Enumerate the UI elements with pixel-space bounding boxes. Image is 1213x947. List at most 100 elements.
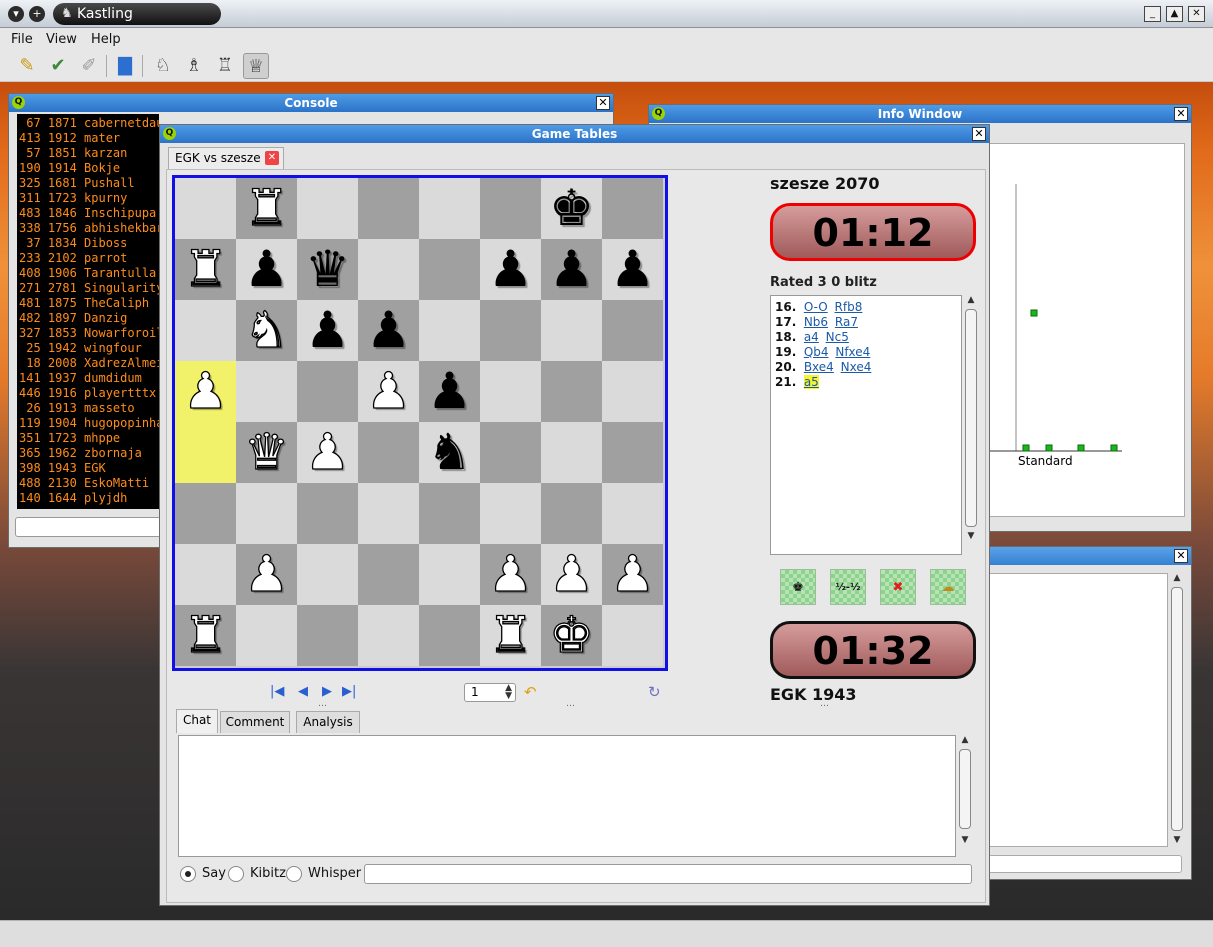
tab-close-icon[interactable]: ✕ bbox=[265, 151, 279, 165]
move-link[interactable]: Nb6 bbox=[804, 315, 828, 329]
ply-spinbox[interactable]: 1 ▲ ▼ bbox=[464, 683, 516, 702]
scroll-down-icon[interactable]: ▼ bbox=[958, 835, 972, 845]
square-d3[interactable] bbox=[358, 483, 419, 544]
piece-black-c7[interactable]: ♛ bbox=[297, 239, 358, 300]
square-b3[interactable] bbox=[236, 483, 297, 544]
square-d7[interactable] bbox=[358, 239, 419, 300]
square-e2[interactable] bbox=[419, 544, 480, 605]
square-e6[interactable] bbox=[419, 300, 480, 361]
move-link[interactable]: Ra7 bbox=[835, 315, 858, 329]
scroll-track[interactable] bbox=[1171, 587, 1183, 831]
square-b5[interactable] bbox=[236, 361, 297, 422]
splitter-handle[interactable]: … bbox=[318, 699, 327, 709]
menu-help[interactable]: Help bbox=[91, 32, 121, 47]
abort-button[interactable]: ✖ bbox=[880, 569, 916, 605]
square-f5[interactable] bbox=[480, 361, 541, 422]
square-h1[interactable] bbox=[602, 605, 663, 666]
chat-input[interactable] bbox=[364, 864, 972, 884]
piece-white-b2[interactable]: ♟ bbox=[236, 544, 297, 605]
draw-button[interactable]: ½-½ bbox=[830, 569, 866, 605]
square-f3[interactable] bbox=[480, 483, 541, 544]
piece-white-a7[interactable]: ♜ bbox=[175, 239, 236, 300]
scroll-track[interactable] bbox=[965, 309, 977, 527]
sticky-plus-icon[interactable]: + bbox=[29, 6, 45, 22]
scroll-up-icon[interactable]: ▲ bbox=[958, 735, 972, 745]
unseek-icon[interactable]: ✐ bbox=[76, 53, 102, 79]
square-a8[interactable] bbox=[175, 178, 236, 239]
chess-board[interactable]: ♜ ♚ ♜ ♟ ♛ ♟ ♟ ♟ ♞ ♟ ♟ ♟ ♟ ♟ ♛ ♟ ♞ ♟ ♟ ♟ ♟ ♜ ♜ ♚ bbox=[172, 175, 668, 671]
move-link[interactable]: Nfxe4 bbox=[835, 345, 870, 359]
move-link[interactable]: O-O bbox=[804, 300, 828, 314]
first-move-icon[interactable]: |◀ bbox=[270, 683, 284, 701]
square-d4[interactable] bbox=[358, 422, 419, 483]
menu-file[interactable]: File bbox=[11, 32, 33, 47]
console-titlebar[interactable]: Q Console ✕ bbox=[9, 94, 613, 112]
flip-board-icon[interactable]: ↻ bbox=[648, 683, 661, 701]
square-a4[interactable] bbox=[175, 422, 236, 483]
connect-icon[interactable]: ✎ bbox=[14, 53, 40, 79]
piece-black-f7[interactable]: ♟ bbox=[480, 239, 541, 300]
secondary-close-button[interactable]: ✕ bbox=[1174, 549, 1188, 563]
minimize-button[interactable]: _ bbox=[1144, 6, 1161, 22]
square-g6[interactable] bbox=[541, 300, 602, 361]
console-command-input[interactable] bbox=[15, 517, 175, 537]
game-tables-titlebar[interactable]: Q Game Tables ✕ bbox=[160, 125, 989, 143]
kibitz-radio[interactable] bbox=[228, 866, 244, 882]
piece-black-e4[interactable]: ♞ bbox=[419, 422, 480, 483]
square-h4[interactable] bbox=[602, 422, 663, 483]
square-h3[interactable] bbox=[602, 483, 663, 544]
piece-white-g1[interactable]: ♚ bbox=[541, 605, 602, 666]
print-icon[interactable]: ▇ bbox=[112, 53, 138, 79]
move-link[interactable]: Bxe4 bbox=[804, 360, 834, 374]
piece-white-a5[interactable]: ♟ bbox=[175, 361, 236, 422]
piece-black-d6[interactable]: ♟ bbox=[358, 300, 419, 361]
move-link[interactable]: Rfb8 bbox=[835, 300, 863, 314]
piece-white-d5[interactable]: ♟ bbox=[358, 361, 419, 422]
seek-icon[interactable]: ✔ bbox=[45, 53, 71, 79]
move-link[interactable]: a4 bbox=[804, 330, 819, 344]
resign-button[interactable]: ♚ bbox=[780, 569, 816, 605]
game-tab[interactable]: EGK vs szesze ✕ bbox=[168, 147, 284, 169]
console-close-button[interactable]: ✕ bbox=[596, 96, 610, 110]
square-e8[interactable] bbox=[419, 178, 480, 239]
tab-chat[interactable]: Chat bbox=[176, 709, 218, 733]
move-list[interactable]: 16. O-O Rfb8 17. Nb6 Ra7 18. a4 Nc5 19. … bbox=[770, 295, 962, 555]
info-close-button[interactable]: ✕ bbox=[1174, 107, 1188, 121]
secondary-input[interactable] bbox=[988, 855, 1182, 873]
square-f4[interactable] bbox=[480, 422, 541, 483]
piece-white-c4[interactable]: ♟ bbox=[297, 422, 358, 483]
square-c5[interactable] bbox=[297, 361, 358, 422]
whisper-radio[interactable] bbox=[286, 866, 302, 882]
piece-white-g2[interactable]: ♟ bbox=[541, 544, 602, 605]
current-move-link[interactable]: a5 bbox=[803, 375, 819, 389]
square-a6[interactable] bbox=[175, 300, 236, 361]
last-move-icon[interactable]: ▶| bbox=[342, 683, 356, 701]
window-menu-icon[interactable]: ▾ bbox=[8, 6, 24, 22]
secondary-scrollbar[interactable]: ▲ ▼ bbox=[1170, 573, 1184, 847]
piece-black-b7[interactable]: ♟ bbox=[236, 239, 297, 300]
move-link[interactable]: Qb4 bbox=[804, 345, 829, 359]
piece-white-b8[interactable]: ♜ bbox=[236, 178, 297, 239]
say-radio[interactable] bbox=[180, 866, 196, 882]
knight-icon[interactable]: ♘ bbox=[150, 53, 176, 79]
square-b1[interactable] bbox=[236, 605, 297, 666]
close-window-button[interactable]: ✕ bbox=[1188, 6, 1205, 22]
piece-black-g8[interactable]: ♚ bbox=[541, 178, 602, 239]
console-output[interactable]: 67 1871 cabernetdau 413 1912 mater 57 18… bbox=[17, 114, 159, 509]
piece-white-b4[interactable]: ♛ bbox=[236, 422, 297, 483]
queen-icon[interactable]: ♕ bbox=[243, 53, 269, 79]
piece-black-e5[interactable]: ♟ bbox=[419, 361, 480, 422]
square-e7[interactable] bbox=[419, 239, 480, 300]
menu-view[interactable]: View bbox=[46, 32, 77, 47]
splitter-handle[interactable]: … bbox=[566, 699, 575, 709]
undo-arrow-icon[interactable]: ↶ bbox=[524, 683, 537, 701]
square-g3[interactable] bbox=[541, 483, 602, 544]
square-c8[interactable] bbox=[297, 178, 358, 239]
square-a3[interactable] bbox=[175, 483, 236, 544]
maximize-button[interactable]: ▲ bbox=[1166, 6, 1183, 22]
scroll-down-icon[interactable]: ▼ bbox=[964, 531, 978, 541]
splitter-handle[interactable]: … bbox=[820, 699, 829, 709]
square-f8[interactable] bbox=[480, 178, 541, 239]
move-link[interactable]: Nc5 bbox=[826, 330, 849, 344]
square-h8[interactable] bbox=[602, 178, 663, 239]
